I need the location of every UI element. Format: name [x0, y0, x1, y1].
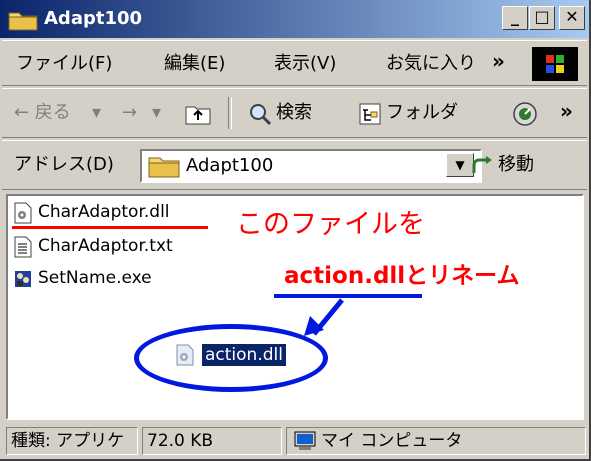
blue-arrow-icon — [304, 298, 344, 336]
go-button[interactable]: 移動 — [498, 154, 534, 176]
folders-icon — [359, 103, 381, 125]
address-label: アドレス(D) — [14, 154, 114, 175]
menu-favorites[interactable]: お気に入り — [386, 53, 486, 75]
annotation-rename-instruction: このファイルを — [236, 209, 425, 240]
status-type: 種類: アプリケ — [6, 427, 138, 455]
window-title: Adapt100 — [44, 8, 143, 29]
history-icon[interactable] — [512, 101, 538, 127]
folder-icon — [148, 157, 180, 178]
selected-file-name[interactable]: action.dll — [202, 344, 286, 366]
file-name: CharAdaptor.dll — [38, 202, 170, 222]
annotation-rename-target: action.dllとリネーム — [284, 263, 520, 289]
minimize-button[interactable]: _ — [502, 6, 528, 30]
forward-button[interactable]: → — [122, 102, 137, 124]
file-list-pane[interactable]: CharAdaptor.dll CharAdaptor.txt SetName.… — [6, 194, 584, 420]
toolbar-overflow-chevron-icon[interactable]: » — [560, 101, 573, 121]
close-button[interactable]: ✕ — [559, 6, 585, 30]
folders-button[interactable]: フォルダ — [386, 102, 458, 124]
title-bar[interactable]: Adapt100 _ □ ✕ — [0, 0, 589, 38]
red-underline-mark — [12, 226, 208, 229]
status-zone: マイ コンピュータ — [321, 431, 463, 451]
back-button[interactable]: ← 戻る — [14, 102, 71, 124]
status-zone-panel: マイ コンピュータ — [286, 427, 586, 455]
address-input[interactable]: Adapt100 — [140, 149, 482, 183]
toolbar-separator — [228, 97, 232, 129]
file-name: CharAdaptor.txt — [38, 236, 173, 256]
go-arrow-icon[interactable] — [470, 155, 494, 177]
my-computer-icon — [294, 431, 316, 450]
exe-file-icon — [15, 271, 31, 287]
status-bar: 種類: アプリケ 72.0 KB マイ コンピュータ — [2, 424, 587, 457]
menu-edit[interactable]: 編集(E) — [164, 53, 225, 75]
forward-dropdown-icon[interactable]: ▾ — [152, 102, 161, 124]
address-value: Adapt100 — [186, 155, 274, 176]
maximize-button[interactable]: □ — [529, 6, 555, 30]
dll-file-icon — [176, 344, 194, 366]
dll-file-icon — [14, 202, 32, 224]
back-dropdown-icon[interactable]: ▾ — [92, 102, 101, 124]
windows-logo-icon — [532, 47, 578, 81]
address-bar: アドレス(D) Adapt100 ▼ 移動 — [2, 140, 587, 190]
text-file-icon — [14, 236, 32, 258]
standard-toolbar: ← 戻る ▾ → ▾ 検索 フォルダ » — [2, 88, 587, 138]
folder-up-icon[interactable] — [184, 102, 212, 126]
file-name: SetName.exe — [38, 268, 152, 288]
search-icon — [250, 104, 272, 126]
search-button[interactable]: 検索 — [276, 102, 312, 124]
menu-file[interactable]: ファイル(F) — [16, 53, 112, 75]
explorer-window: Adapt100 _ □ ✕ ファイル(F) 編集(E) 表示(V) お気に入り… — [0, 0, 591, 461]
folder-icon — [8, 12, 38, 31]
status-size: 72.0 KB — [142, 427, 282, 455]
menu-view[interactable]: 表示(V) — [274, 53, 336, 75]
menu-bar: ファイル(F) 編集(E) 表示(V) お気に入り » — [2, 40, 587, 86]
menu-overflow-chevron-icon[interactable]: » — [492, 51, 505, 71]
